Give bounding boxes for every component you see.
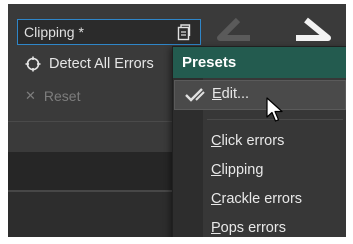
error-correction-panel: Clipping * Detect All Errors ✕ Reset Pre… — [8, 4, 346, 237]
menu-item-edit-label: Edit... — [212, 86, 250, 102]
panel-divider — [8, 121, 176, 122]
detect-all-errors-label: Detect All Errors — [49, 56, 154, 72]
menu-item-click-errors[interactable]: Click errors — [211, 133, 284, 149]
menu-item-clipping[interactable]: Clipping — [211, 162, 263, 178]
preset-combo[interactable]: Clipping * — [17, 19, 201, 45]
menu-title: Presets — [173, 47, 346, 78]
mouse-pointer-icon — [266, 97, 283, 122]
detect-all-errors-button[interactable]: Detect All Errors — [25, 56, 154, 72]
menu-item-pops-errors[interactable]: Pops errors — [211, 220, 286, 236]
preset-value: Clipping * — [24, 24, 84, 40]
crosshair-icon — [25, 56, 41, 72]
reset-button[interactable]: ✕ Reset — [25, 88, 80, 104]
preset-document-icon[interactable] — [176, 23, 192, 41]
checkmark-edit-icon — [185, 88, 205, 102]
menu-item-crackle-errors[interactable]: Crackle errors — [211, 191, 302, 207]
close-icon: ✕ — [25, 88, 36, 103]
presets-menu: Presets Edit... Click errors Clipping Cr… — [172, 46, 346, 237]
reset-label: Reset — [43, 88, 81, 104]
menu-item-edit[interactable]: Edit... — [174, 80, 346, 110]
